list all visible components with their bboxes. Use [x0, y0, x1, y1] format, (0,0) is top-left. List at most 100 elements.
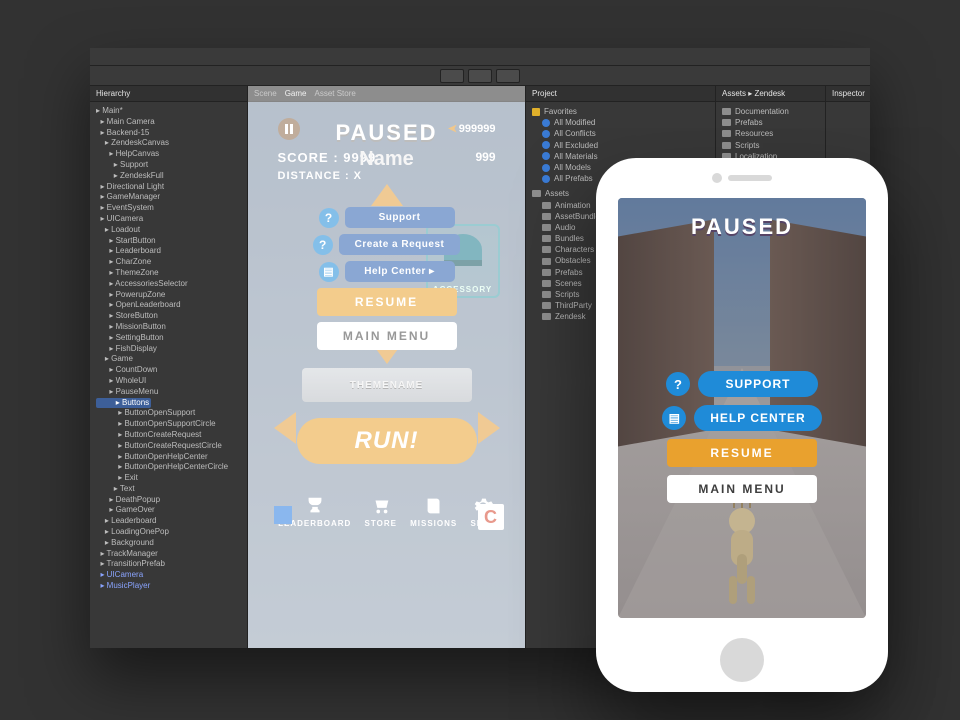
phone-notch	[712, 158, 772, 198]
hierarchy-item[interactable]: ▸ ButtonOpenHelpCenterCircle	[96, 462, 241, 473]
help-center-button[interactable]: Help Center ▸	[345, 261, 455, 282]
hierarchy-item[interactable]: ▸ LoadingOnePop	[96, 527, 241, 538]
hierarchy-item[interactable]: ▸ Background	[96, 538, 241, 549]
phone-mainmenu-button[interactable]: MAIN MENU	[667, 475, 817, 503]
project-favorites-header[interactable]: Favorites	[532, 106, 709, 117]
hierarchy-panel: Hierarchy ▸ Main* ▸ Main Camera ▸ Backen…	[90, 86, 248, 648]
hierarchy-item[interactable]: ▸ TrackManager	[96, 549, 241, 560]
project-favorite-search[interactable]: All Modified	[532, 117, 709, 128]
theme-selector[interactable]: THEMENAME	[302, 368, 472, 402]
hierarchy-item[interactable]: ▸ SettingButton	[96, 333, 241, 344]
hierarchy-item[interactable]: ▸ Loadout	[96, 225, 241, 236]
hierarchy-item[interactable]: ▸ EventSystem	[96, 203, 241, 214]
hierarchy-item[interactable]: ▸ Leaderboard	[96, 246, 241, 257]
scene-gizmo-icon	[274, 506, 292, 524]
hierarchy-item[interactable]: ▸ GameManager	[96, 192, 241, 203]
nav-missions[interactable]: MISSIONS	[410, 495, 457, 528]
project-item[interactable]: Prefabs	[722, 117, 819, 128]
hierarchy-item[interactable]: ▸ UICamera	[96, 570, 241, 581]
main-menu-button[interactable]: MAIN MENU	[317, 322, 457, 350]
hierarchy-tab[interactable]: Hierarchy	[96, 89, 130, 98]
nav-store[interactable]: STORE	[365, 495, 397, 528]
arrow-up-icon[interactable]	[371, 184, 403, 206]
project-item[interactable]: Scripts	[722, 140, 819, 151]
hierarchy-item[interactable]: ▸ AccessoriesSelector	[96, 279, 241, 290]
phone-helpcenter-icon[interactable]: ▤	[662, 406, 686, 430]
char-name-label: Name	[272, 148, 502, 171]
game-panel-header: Scene Game Asset Store	[248, 86, 525, 102]
hierarchy-item[interactable]: ▸ MissionButton	[96, 322, 241, 333]
hierarchy-item[interactable]: ▸ MusicPlayer	[96, 581, 241, 592]
hierarchy-item[interactable]: ▸ ZendeskCanvas	[96, 138, 241, 149]
hierarchy-item[interactable]: ▸ StartButton	[96, 236, 241, 247]
trophy-icon	[304, 495, 326, 517]
create-request-button[interactable]: Create a Request	[339, 234, 461, 255]
hierarchy-item[interactable]: ▸ DeathPopup	[96, 495, 241, 506]
hierarchy-item[interactable]: ▸ ThemeZone	[96, 268, 241, 279]
phone-mock: PAUSED ? SUPPORT ▤ HELP CENTER RESUME MA…	[596, 158, 888, 692]
theme-label: THEMENAME	[350, 380, 423, 391]
project-item[interactable]: Documentation	[722, 106, 819, 117]
hierarchy-item[interactable]: ▸ ButtonOpenSupport	[96, 408, 241, 419]
step-button[interactable]	[496, 69, 520, 83]
cart-icon	[370, 495, 392, 517]
hierarchy-item[interactable]: ▸ ButtonCreateRequest	[96, 430, 241, 441]
support-button[interactable]: Support	[345, 207, 455, 228]
hierarchy-item[interactable]: ▸ OpenLeaderboard	[96, 300, 241, 311]
phone-camera-icon	[712, 173, 722, 183]
run-label: RUN!	[355, 427, 419, 455]
hierarchy-item[interactable]: ▸ Game	[96, 354, 241, 365]
hierarchy-header: Hierarchy	[90, 86, 247, 102]
project-favorite-search[interactable]: All Conflicts	[532, 128, 709, 139]
hierarchy-item[interactable]: ▸ TransitionPrefab	[96, 559, 241, 570]
resume-button[interactable]: RESUME	[317, 288, 457, 316]
project-favorite-search[interactable]: All Excluded	[532, 140, 709, 151]
hierarchy-item[interactable]: ▸ ZendeskFull	[96, 171, 241, 182]
tab-scene[interactable]: Scene	[254, 89, 277, 98]
book-icon	[423, 495, 445, 517]
hierarchy-item[interactable]: ▸ ButtonOpenHelpCenter	[96, 452, 241, 463]
tab-assetstore[interactable]: Asset Store	[314, 89, 355, 98]
hierarchy-item[interactable]: ▸ Main Camera	[96, 117, 241, 128]
phone-support-button[interactable]: SUPPORT	[698, 371, 818, 397]
hierarchy-item[interactable]: ▸ PauseMenu	[96, 387, 241, 398]
hierarchy-item[interactable]: ▸ FishDisplay	[96, 344, 241, 355]
hierarchy-item[interactable]: ▸ HelpCanvas	[96, 149, 241, 160]
play-button[interactable]	[440, 69, 464, 83]
gem-counter: 999	[475, 150, 495, 164]
hierarchy-item[interactable]: ▸ CharZone	[96, 257, 241, 268]
hierarchy-item[interactable]: ▸ Exit	[96, 473, 241, 484]
hierarchy-item[interactable]: ▸ Buttons	[96, 398, 151, 409]
hierarchy-item[interactable]: ▸ GameOver	[96, 505, 241, 516]
hierarchy-item[interactable]: ▸ StoreButton	[96, 311, 241, 322]
tab-game[interactable]: Game	[285, 89, 307, 98]
hierarchy-item[interactable]: ▸ Backend-15	[96, 128, 241, 139]
phone-support-icon[interactable]: ?	[666, 372, 690, 396]
hierarchy-tree[interactable]: ▸ Main* ▸ Main Camera ▸ Backend-15 ▸ Zen…	[90, 102, 247, 648]
support-info-icon[interactable]: ?	[319, 208, 339, 228]
hierarchy-item[interactable]: ▸ WholeUI	[96, 376, 241, 387]
game-view-content: PAUSED 999999 SCORE : 9999 Name 999 DIST…	[272, 112, 502, 532]
phone-helpcenter-button[interactable]: HELP CENTER	[694, 405, 821, 431]
phone-resume-button[interactable]: RESUME	[667, 439, 817, 467]
hierarchy-item[interactable]: ▸ Text	[96, 484, 241, 495]
inspector-tab[interactable]: Inspector	[832, 89, 865, 98]
editor-toolbar	[90, 66, 870, 86]
project-item[interactable]: Resources	[722, 128, 819, 139]
pause-button[interactable]	[468, 69, 492, 83]
project-tab[interactable]: Project	[532, 89, 557, 98]
hierarchy-item[interactable]: ▸ Directional Light	[96, 182, 241, 193]
hierarchy-item[interactable]: ▸ ButtonOpenSupportCircle	[96, 419, 241, 430]
hierarchy-item[interactable]: ▸ ButtonCreateRequestCircle	[96, 441, 241, 452]
hierarchy-item[interactable]: ▸ Leaderboard	[96, 516, 241, 527]
hierarchy-item[interactable]: ▸ Support	[96, 160, 241, 171]
hierarchy-item[interactable]: ▸ PowerupZone	[96, 290, 241, 301]
hierarchy-item[interactable]: ▸ CountDown	[96, 365, 241, 376]
request-info-icon[interactable]: ?	[313, 235, 333, 255]
phone-pause-menu: ? SUPPORT ▤ HELP CENTER RESUME MAIN MENU	[618, 371, 866, 503]
phone-home-button[interactable]	[720, 638, 764, 682]
hierarchy-item[interactable]: ▸ Main*	[96, 106, 241, 117]
hierarchy-item[interactable]: ▸ UICamera	[96, 214, 241, 225]
run-button[interactable]: RUN!	[297, 418, 477, 464]
helpcenter-icon[interactable]: ▤	[319, 262, 339, 282]
